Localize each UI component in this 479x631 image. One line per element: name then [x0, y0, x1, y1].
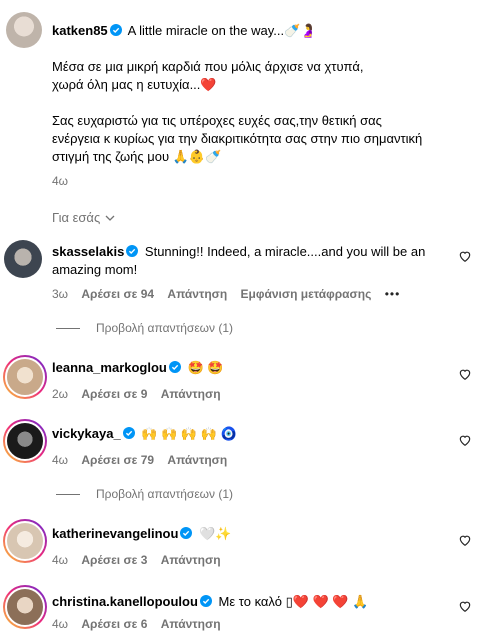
view-replies-button[interactable]: Προβολή απαντήσεων (1): [56, 487, 233, 501]
comment-text: leanna_markoglou 🤩 🤩: [52, 359, 224, 377]
caption-line: χωρά όλη μας η ευτυχία...❤️: [52, 77, 217, 92]
comment-meta: 4ω Αρέσει σε 3 Απάντηση: [52, 553, 231, 567]
post-caption-paragraph-2: Σας ευχαριστώ για τις υπέροχες ευχές σας…: [52, 112, 422, 166]
pray-baby-bottle-emoji: 🙏👶🍼: [172, 149, 222, 164]
commenter-avatar-story-ring[interactable]: [3, 519, 47, 563]
comment-text: katherinevangelinou 🤍✨: [52, 525, 231, 543]
like-heart-icon[interactable]: [458, 249, 472, 263]
caption-line: Σας ευχαριστώ για τις υπέροχες ευχές σας…: [52, 113, 382, 128]
more-options-icon[interactable]: •••: [385, 287, 401, 301]
comment-likes[interactable]: Αρέσει σε 6: [81, 617, 147, 631]
verified-badge-icon: [126, 245, 139, 257]
post-caption-title: A little miracle on the way...: [127, 23, 285, 38]
comment-time: 4ω: [52, 553, 69, 567]
comment-username[interactable]: katherinevangelinou: [52, 526, 178, 541]
commenter-avatar-story-ring[interactable]: [3, 355, 47, 399]
comment-time: 2ω: [52, 387, 69, 401]
like-heart-icon[interactable]: [458, 367, 472, 381]
comment-likes[interactable]: Αρέσει σε 94: [81, 287, 154, 301]
reply-button[interactable]: Απάντηση: [167, 453, 227, 467]
comment-meta: 2ω Αρέσει σε 9 Απάντηση: [52, 387, 231, 401]
caption-line: στιγμή της ζωής μου 🙏👶🍼: [52, 149, 222, 164]
post-caption-paragraph-1: Μέσα σε μια μικρή καρδιά που μόλις άρχισ…: [52, 58, 363, 94]
comment-emoji: ▯❤️ ❤️ ❤️ 🙏: [285, 594, 369, 609]
comment-meta: 3ω Αρέσει σε 94 Απάντηση Εμφάνιση μετάφρ…: [52, 287, 410, 301]
reply-button[interactable]: Απάντηση: [161, 387, 221, 401]
for-you-filter[interactable]: Για εσάς: [52, 210, 116, 225]
comment-time: 4ω: [52, 453, 69, 467]
reply-button[interactable]: Απάντηση: [161, 553, 221, 567]
comment-text: skasselakis Stunning!! Indeed, a miracle…: [52, 243, 452, 279]
comment-likes[interactable]: Αρέσει σε 9: [81, 387, 147, 401]
replies-divider: [56, 493, 80, 495]
commenter-avatar-story-ring[interactable]: [3, 585, 47, 629]
comment-username[interactable]: leanna_markoglou: [52, 360, 167, 375]
comment-meta: 4ω Αρέσει σε 6 Απάντηση: [52, 617, 231, 631]
chevron-down-icon: [105, 215, 115, 221]
comment-body: amazing mom!: [52, 262, 138, 277]
comment-time: 4ω: [52, 617, 69, 631]
baby-bottle-emoji: 🍼🤰: [284, 23, 317, 38]
comment-body: Stunning!! Indeed, a miracle....and you …: [144, 244, 426, 259]
post-author-avatar[interactable]: [6, 12, 42, 48]
red-heart-emoji: ❤️: [200, 77, 217, 92]
caption-line: ενέργεια κ κυρίως για την διακριτικότητα…: [52, 131, 423, 146]
comment-username[interactable]: vickykaya_: [52, 426, 121, 441]
post-author-username[interactable]: katken85: [52, 23, 108, 38]
comment-likes[interactable]: Αρέσει σε 79: [81, 453, 154, 467]
comment-username[interactable]: christina.kanellopoulou: [52, 594, 198, 609]
verified-badge-icon: [199, 595, 212, 607]
reply-button[interactable]: Απάντηση: [167, 287, 227, 301]
reply-button[interactable]: Απάντηση: [161, 617, 221, 631]
comment-likes[interactable]: Αρέσει σε 3: [81, 553, 147, 567]
comment-body: 🤩 🤩: [187, 360, 224, 375]
view-replies-button[interactable]: Προβολή απαντήσεων (1): [56, 321, 233, 335]
comment-body: 🤍✨: [199, 526, 232, 541]
comment-username[interactable]: skasselakis: [52, 244, 124, 259]
comment-text: vickykaya_ 🙌 🙌 🙌 🙌 🧿: [52, 425, 237, 443]
comment-meta: 4ω Αρέσει σε 79 Απάντηση: [52, 453, 237, 467]
commenter-avatar[interactable]: [4, 240, 42, 278]
for-you-label: Για εσάς: [52, 210, 101, 225]
like-heart-icon[interactable]: [458, 433, 472, 447]
verified-badge-icon: [109, 24, 122, 36]
commenter-avatar-story-ring[interactable]: [3, 419, 47, 463]
post-time: 4ω: [52, 174, 69, 188]
show-translation-button[interactable]: Εμφάνιση μετάφρασης: [241, 287, 372, 301]
view-replies-label: Προβολή απαντήσεων (1): [96, 321, 234, 335]
like-heart-icon[interactable]: [458, 533, 472, 547]
view-replies-label: Προβολή απαντήσεων (1): [96, 487, 234, 501]
verified-badge-icon: [122, 427, 135, 439]
post-caption-title-row: katken85 A little miracle on the way...🍼…: [52, 22, 316, 40]
comment-body: 🙌 🙌 🙌 🙌 🧿: [141, 426, 237, 441]
comment-time: 3ω: [52, 287, 69, 301]
caption-line: Μέσα σε μια μικρή καρδιά που μόλις άρχισ…: [52, 59, 364, 74]
comment-text: christina.kanellopoulou Με το καλό ▯❤️ ❤…: [52, 593, 368, 611]
comment-body: Με το καλό: [218, 594, 282, 609]
verified-badge-icon: [180, 527, 193, 539]
like-heart-icon[interactable]: [458, 599, 472, 613]
verified-badge-icon: [168, 361, 181, 373]
replies-divider: [56, 327, 80, 329]
